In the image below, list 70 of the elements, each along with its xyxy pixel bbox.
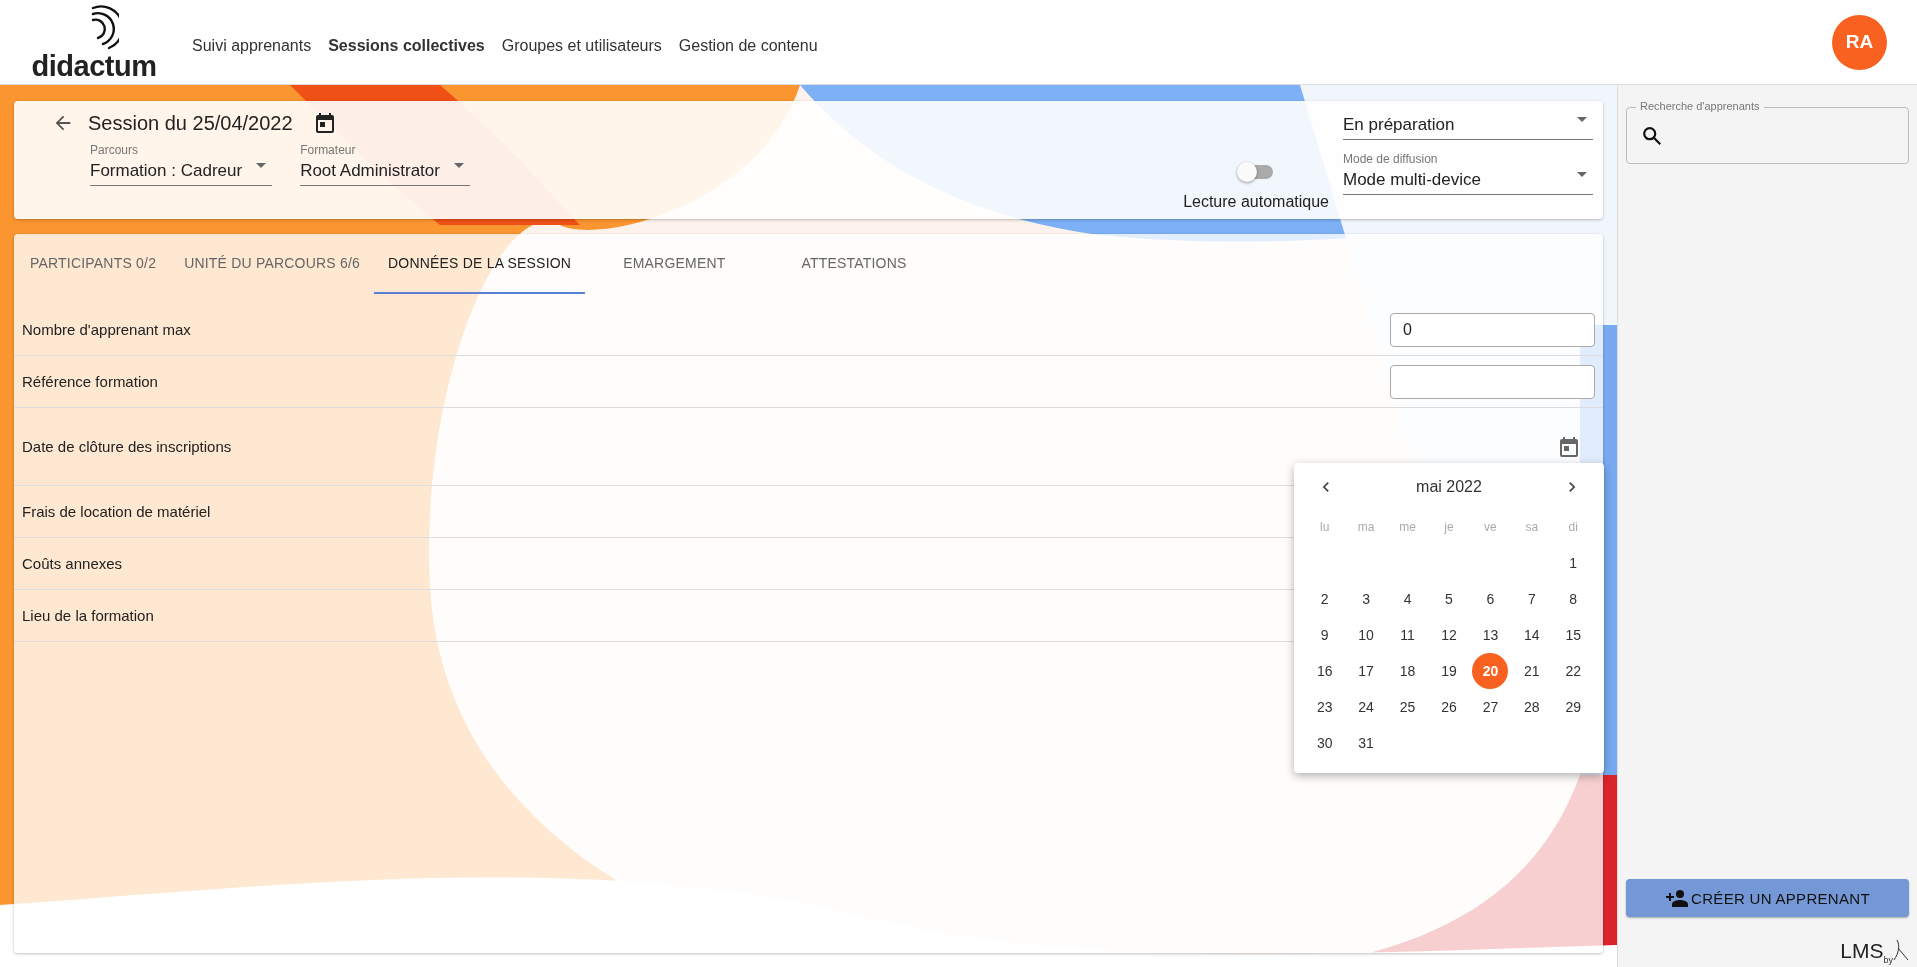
- calendar-day[interactable]: 6: [1472, 581, 1509, 617]
- weekday-label: lu: [1320, 520, 1330, 534]
- calendar-day[interactable]: 28: [1513, 689, 1550, 725]
- field-label: Coûts annexes: [22, 555, 123, 572]
- calendar-day[interactable]: 13: [1472, 617, 1509, 653]
- field-label: Nombre d'apprenant max: [22, 321, 191, 338]
- calendar-day[interactable]: 22: [1555, 653, 1592, 689]
- tab[interactable]: ATTESTATIONS: [763, 234, 945, 294]
- calendar-day[interactable]: 25: [1389, 689, 1426, 725]
- calendar-day[interactable]: 18: [1389, 653, 1426, 689]
- parcours-select[interactable]: Parcours Formation : Cadreur: [90, 143, 273, 186]
- calendar-day[interactable]: 17: [1348, 653, 1385, 689]
- calendar-day[interactable]: 29: [1555, 689, 1592, 725]
- calendar-day[interactable]: 2: [1306, 581, 1343, 617]
- calendar-day[interactable]: 1: [1555, 545, 1592, 581]
- calendar-day[interactable]: 31: [1348, 725, 1385, 761]
- calendar-day[interactable]: 14: [1513, 617, 1550, 653]
- weekday-label: ma: [1357, 520, 1375, 534]
- nav-link[interactable]: Gestion de contenu: [678, 37, 818, 55]
- calendar-day[interactable]: 3: [1348, 581, 1385, 617]
- status-select[interactable]: En préparation: [1343, 111, 1593, 140]
- calendar-day[interactable]: 26: [1431, 689, 1467, 725]
- calendar-day[interactable]: 24: [1348, 689, 1385, 725]
- lambda-logo-icon: [1893, 939, 1909, 961]
- nav-link[interactable]: Groupes et utilisateurs: [501, 37, 662, 55]
- field-label: Lieu de la formation: [22, 607, 154, 624]
- autoplay-label: Lecture automatique: [1183, 193, 1329, 211]
- calendar-day[interactable]: 12: [1431, 617, 1467, 653]
- weekday-label: me: [1399, 520, 1416, 534]
- calendar-day[interactable]: 7: [1513, 581, 1550, 617]
- calendar-day[interactable]: 23: [1306, 689, 1343, 725]
- calendar-day[interactable]: 15: [1555, 617, 1592, 653]
- calendar-day[interactable]: 4: [1389, 581, 1426, 617]
- logo-waves-icon: [89, 3, 119, 52]
- calendar-day[interactable]: 9: [1306, 617, 1343, 653]
- weekday-label: di: [1568, 520, 1578, 534]
- calendar-day[interactable]: 21: [1513, 653, 1550, 689]
- calendar-day[interactable]: 5: [1431, 581, 1467, 617]
- broadcast-mode-select[interactable]: Mode de diffusion Mode multi-device: [1343, 148, 1593, 195]
- nav-link[interactable]: Sessions collectives: [328, 37, 485, 55]
- weekday-label: sa: [1525, 520, 1539, 534]
- tab[interactable]: EMARGEMENT: [585, 234, 764, 294]
- by-logo-text: by: [1883, 955, 1893, 965]
- brand-logo-text: didactum: [31, 51, 157, 81]
- trainer-select[interactable]: Formateur Root Administrator: [300, 143, 470, 186]
- nav-link[interactable]: Suivi apprenants: [192, 37, 312, 55]
- weekday-label: ve: [1484, 520, 1497, 534]
- field-label: Frais de location de matériel: [22, 503, 211, 520]
- calendar-day[interactable]: 8: [1555, 581, 1592, 617]
- lms-logo-text: LMS: [1840, 940, 1884, 961]
- field-label: Date de clôture des inscriptions: [22, 438, 232, 455]
- autoplay-toggle[interactable]: [1239, 165, 1274, 179]
- input-field[interactable]: [1390, 364, 1595, 399]
- month-label[interactable]: mai 2022: [1416, 478, 1482, 496]
- calendar-day[interactable]: 11: [1389, 617, 1426, 653]
- calendar-day[interactable]: 10: [1348, 617, 1385, 653]
- calendar-day[interactable]: 27: [1472, 689, 1509, 725]
- calendar-day[interactable]: 30: [1306, 725, 1343, 761]
- field-label: Référence formation: [22, 373, 158, 390]
- calendar-day[interactable]: 16: [1306, 653, 1343, 689]
- calendar-day[interactable]: 19: [1431, 653, 1467, 689]
- tab[interactable]: UNITÉ DU PARCOURS 6/6: [170, 234, 374, 294]
- session-title: Session du 25/04/2022: [88, 111, 293, 135]
- input-field[interactable]: 0: [1390, 312, 1595, 347]
- tab[interactable]: PARTICIPANTS 0/2: [16, 234, 171, 294]
- weekday-label: je: [1444, 520, 1454, 534]
- add-person-icon: [1665, 889, 1690, 907]
- tab[interactable]: DONNÉES DE LA SESSION: [374, 234, 586, 294]
- search-icon: [1641, 124, 1663, 147]
- create-learner-button[interactable]: CRÉER UN APPRENANT: [1626, 879, 1909, 917]
